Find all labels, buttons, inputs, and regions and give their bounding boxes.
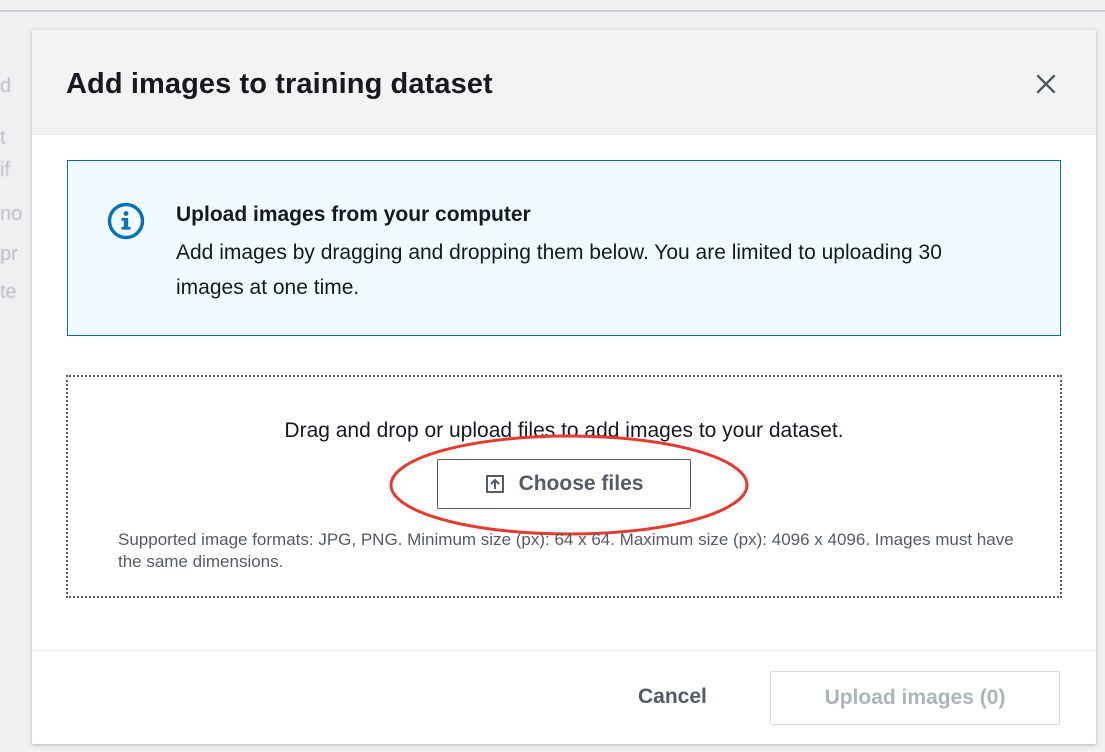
- file-dropzone[interactable]: Drag and drop or upload files to add ima…: [66, 375, 1062, 598]
- info-alert: Upload images from your computer Add ima…: [67, 160, 1061, 336]
- background-text: t: [0, 127, 6, 149]
- close-button[interactable]: [1030, 68, 1062, 100]
- background-text: d: [0, 75, 12, 97]
- info-title: Upload images from your computer: [176, 203, 531, 226]
- background-text: if: [0, 159, 10, 181]
- background-text: no: [0, 203, 23, 225]
- background-text: te: [0, 281, 17, 303]
- upload-icon: [485, 475, 504, 493]
- supported-formats-text: Supported image formats: JPG, PNG. Minim…: [118, 530, 1014, 571]
- modal-footer: Cancel Upload images (0): [32, 650, 1096, 744]
- info-body: Add images by dragging and dropping them…: [176, 241, 942, 299]
- upload-images-button[interactable]: Upload images (0): [770, 671, 1060, 725]
- close-icon: [1036, 74, 1056, 94]
- modal-header: Add images to training dataset: [32, 30, 1096, 135]
- background-text: pr: [0, 243, 18, 265]
- dropzone-instruction: Drag and drop or upload files to add ima…: [284, 419, 844, 442]
- choose-files-label: Choose files: [518, 472, 644, 495]
- info-icon: [107, 202, 145, 240]
- modal-title: Add images to training dataset: [66, 68, 493, 100]
- background-divider: [0, 10, 1105, 12]
- cancel-button[interactable]: Cancel: [622, 677, 723, 717]
- add-images-modal: Add images to training dataset Upload im…: [32, 30, 1096, 744]
- choose-files-button[interactable]: Choose files: [437, 459, 691, 509]
